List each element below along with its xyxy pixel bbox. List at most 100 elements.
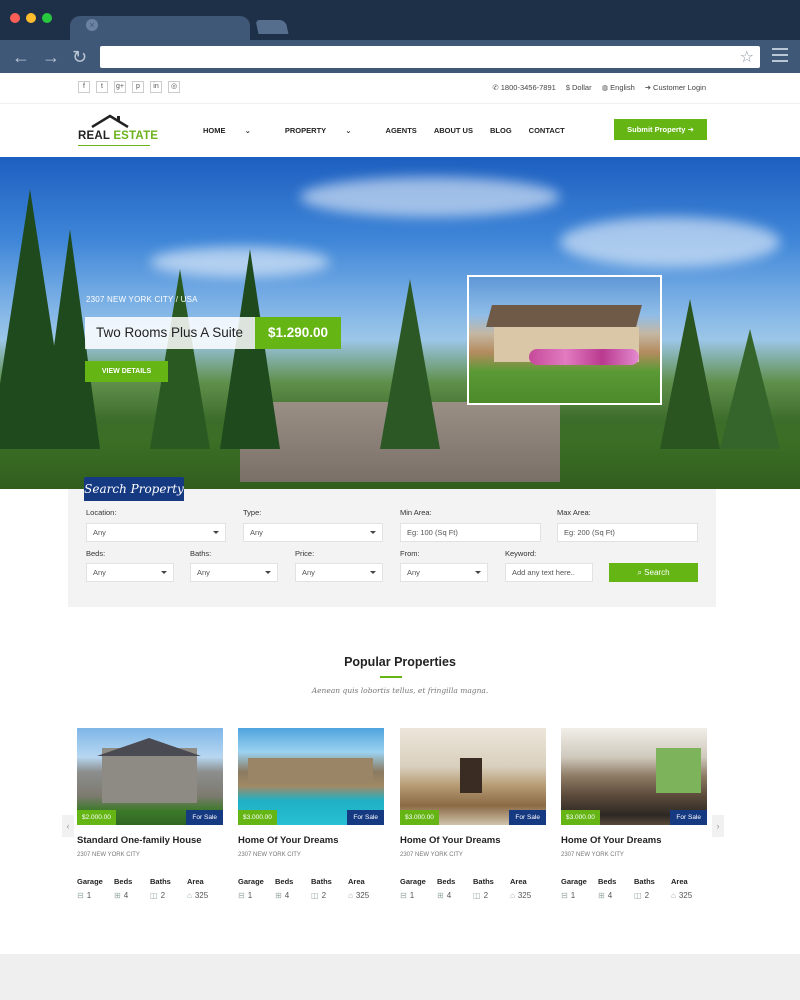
facebook-icon[interactable]: f bbox=[78, 81, 90, 93]
nav-item-home[interactable]: HOME ⌄ bbox=[203, 126, 268, 135]
car-icon: ⊟ bbox=[238, 891, 245, 900]
instagram-icon[interactable]: ◎ bbox=[168, 81, 180, 93]
back-arrow-icon[interactable]: ← bbox=[12, 47, 30, 67]
bath-icon: ◫ bbox=[150, 891, 158, 900]
type-select[interactable]: Any bbox=[243, 523, 383, 542]
bath-icon: ◫ bbox=[634, 891, 642, 900]
chevron-down-icon: ⌄ bbox=[345, 126, 352, 135]
property-card[interactable]: $3.000.00 For Sale Home Of Your Dreams 2… bbox=[400, 728, 546, 908]
section-title: Popular Properties bbox=[344, 655, 456, 669]
bed-icon: ⊞ bbox=[275, 891, 282, 900]
pinterest-icon[interactable]: p bbox=[132, 81, 144, 93]
area-label: Area bbox=[510, 877, 527, 886]
beds-label: Beds bbox=[275, 877, 294, 886]
baths-value: 2 bbox=[483, 891, 489, 900]
currency-selector[interactable]: $ Dollar bbox=[566, 83, 592, 92]
location-select[interactable]: Any bbox=[86, 523, 226, 542]
browser-menu-icon[interactable] bbox=[772, 48, 788, 66]
baths-label: Baths bbox=[311, 877, 332, 886]
price-select[interactable]: Any bbox=[295, 563, 383, 582]
search-button[interactable]: ⌕ Search bbox=[609, 563, 698, 582]
baths-select[interactable]: Any bbox=[190, 563, 278, 582]
property-title[interactable]: Home Of Your Dreams bbox=[561, 835, 661, 846]
close-window-button[interactable] bbox=[10, 13, 20, 23]
bed-icon: ⊞ bbox=[598, 891, 605, 900]
caret-down-icon bbox=[370, 531, 376, 534]
customer-login-link[interactable]: ➜ Customer Login bbox=[645, 83, 706, 92]
minimize-window-button[interactable] bbox=[26, 13, 36, 23]
property-thumbnail[interactable] bbox=[467, 275, 662, 405]
price-label: Price: bbox=[295, 549, 315, 558]
property-image[interactable]: $3.000.00 For Sale bbox=[561, 728, 707, 825]
browser-titlebar: × bbox=[0, 0, 800, 42]
garage-label: Garage bbox=[400, 877, 426, 886]
property-location: 2307 NEW YORK CITY bbox=[561, 852, 624, 858]
property-title[interactable]: Home Of Your Dreams bbox=[238, 835, 338, 846]
beds-value: 4 bbox=[446, 891, 452, 900]
bath-icon: ◫ bbox=[311, 891, 319, 900]
beds-select[interactable]: Any bbox=[86, 563, 174, 582]
new-tab-button[interactable] bbox=[255, 20, 289, 34]
browser-tab[interactable] bbox=[70, 16, 250, 42]
area-value: 325 bbox=[517, 891, 532, 900]
baths-value: 2 bbox=[160, 891, 166, 900]
hero-title: Two Rooms Plus A Suite bbox=[85, 317, 255, 349]
baths-label: Baths: bbox=[190, 549, 212, 558]
maximize-window-button[interactable] bbox=[42, 13, 52, 23]
bookmark-star-icon[interactable]: ☆ bbox=[740, 47, 754, 67]
keyword-input[interactable]: Add any text here.. bbox=[505, 563, 593, 582]
language-selector[interactable]: ◍ English bbox=[602, 83, 635, 92]
from-select[interactable]: Any bbox=[400, 563, 488, 582]
property-image[interactable]: $3.000.00 For Sale bbox=[400, 728, 546, 825]
phone-link[interactable]: ✆ 1800-3456-7891 bbox=[492, 83, 555, 92]
bath-icon: ◫ bbox=[473, 891, 481, 900]
forward-arrow-icon[interactable]: → bbox=[42, 47, 60, 67]
property-image[interactable]: $2.000.00 For Sale bbox=[77, 728, 223, 825]
google-plus-icon[interactable]: g+ bbox=[114, 81, 126, 93]
search-property-tab[interactable]: Search Property bbox=[84, 477, 184, 501]
site-header: REAL ESTATE HOME ⌄ PROPERTY ⌄ AGENTS ABO… bbox=[0, 103, 800, 157]
max-area-label: Max Area: bbox=[557, 508, 591, 517]
linkedin-icon[interactable]: in bbox=[150, 81, 162, 93]
globe-icon: ◍ bbox=[601, 83, 609, 92]
area-icon: ⌂ bbox=[348, 891, 353, 900]
property-image[interactable]: $3.000.00 For Sale bbox=[238, 728, 384, 825]
nav-item-blog[interactable]: BLOG bbox=[490, 126, 512, 135]
min-area-input[interactable]: Eg: 100 (Sq Ft) bbox=[400, 523, 541, 542]
property-card[interactable]: $3.000.00 For Sale Home Of Your Dreams 2… bbox=[238, 728, 384, 908]
max-area-input[interactable]: Eg: 200 (Sq Ft) bbox=[557, 523, 698, 542]
site-logo[interactable]: REAL ESTATE bbox=[78, 112, 158, 146]
property-title[interactable]: Standard One-family House bbox=[77, 835, 202, 846]
nav-item-contact[interactable]: CONTACT bbox=[529, 126, 565, 135]
view-details-button[interactable]: VIEW DETAILS bbox=[85, 361, 168, 382]
status-badge: For Sale bbox=[347, 810, 384, 825]
hero-price: $1.290.00 bbox=[255, 317, 341, 349]
nav-item-about-us[interactable]: ABOUT US bbox=[434, 126, 473, 135]
area-icon: ⌂ bbox=[510, 891, 515, 900]
reload-icon[interactable]: ↻ bbox=[72, 47, 87, 67]
area-value: 325 bbox=[194, 891, 209, 900]
area-label: Area bbox=[671, 877, 688, 886]
property-card[interactable]: $3.000.00 For Sale Home Of Your Dreams 2… bbox=[561, 728, 707, 908]
garage-value: 1 bbox=[570, 891, 576, 900]
twitter-icon[interactable]: t bbox=[96, 81, 108, 93]
beds-value: 4 bbox=[607, 891, 613, 900]
min-area-label: Min Area: bbox=[400, 508, 432, 517]
caret-down-icon bbox=[370, 571, 376, 574]
social-links: f t g+ p in ◎ bbox=[78, 81, 180, 93]
area-icon: ⌂ bbox=[187, 891, 192, 900]
submit-property-button[interactable]: Submit Property ➔ bbox=[614, 119, 707, 140]
property-card[interactable]: $2.000.00 For Sale Standard One-family H… bbox=[77, 728, 223, 908]
carousel-next-button[interactable]: › bbox=[712, 815, 724, 837]
hero-location: 2307 NEW YORK CITY / USA bbox=[86, 295, 198, 304]
property-title[interactable]: Home Of Your Dreams bbox=[400, 835, 500, 846]
property-location: 2307 NEW YORK CITY bbox=[400, 852, 463, 858]
property-location: 2307 NEW YORK CITY bbox=[77, 852, 140, 858]
nav-item-property[interactable]: PROPERTY ⌄ bbox=[285, 126, 369, 135]
tab-close-icon[interactable]: × bbox=[86, 19, 98, 31]
price-tag: $2.000.00 bbox=[77, 810, 116, 825]
footer-band bbox=[0, 954, 800, 1000]
address-bar[interactable]: ☆ bbox=[100, 46, 760, 68]
carousel-prev-button[interactable]: ‹ bbox=[62, 815, 74, 837]
nav-item-agents[interactable]: AGENTS bbox=[386, 126, 417, 135]
